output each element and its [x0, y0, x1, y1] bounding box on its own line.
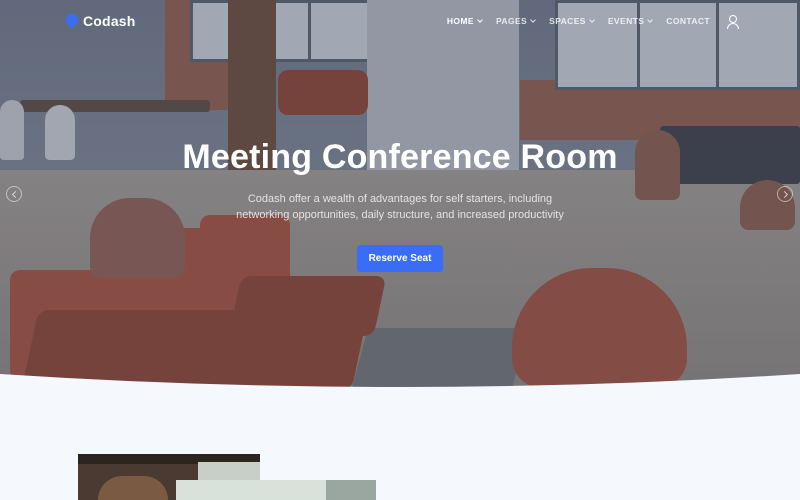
logo-pin-icon: [66, 14, 78, 28]
nav-item-contact[interactable]: CONTACT: [666, 16, 710, 26]
reserve-seat-button[interactable]: Reserve Seat: [356, 245, 444, 272]
chevron-down-icon: [589, 17, 595, 23]
hero-title: Meeting Conference Room: [182, 138, 618, 176]
nav-item-home[interactable]: HOME: [447, 16, 483, 26]
nav-menu: HOME PAGES SPACES EVENTS CONTACT: [447, 15, 739, 29]
user-icon[interactable]: [726, 15, 739, 29]
chevron-down-icon: [477, 17, 483, 23]
brand-name: Codash: [83, 13, 136, 29]
nav-item-spaces[interactable]: SPACES: [549, 16, 595, 26]
hero-content: Meeting Conference Room Codash offer a w…: [0, 138, 800, 272]
chevron-down-icon: [647, 17, 654, 23]
brand-logo[interactable]: Codash: [66, 13, 136, 29]
main-navbar: Codash HOME PAGES SPACES EVENTS CONTACT: [0, 0, 800, 44]
space-preview-image-secondary: [176, 480, 376, 500]
hero-bottom-curve: [0, 374, 800, 420]
chevron-down-icon: [530, 17, 536, 23]
nav-item-pages[interactable]: PAGES: [496, 16, 536, 26]
hero-subtitle: Codash offer a wealth of advantages for …: [236, 193, 564, 221]
nav-item-events[interactable]: EVENTS: [608, 16, 654, 26]
